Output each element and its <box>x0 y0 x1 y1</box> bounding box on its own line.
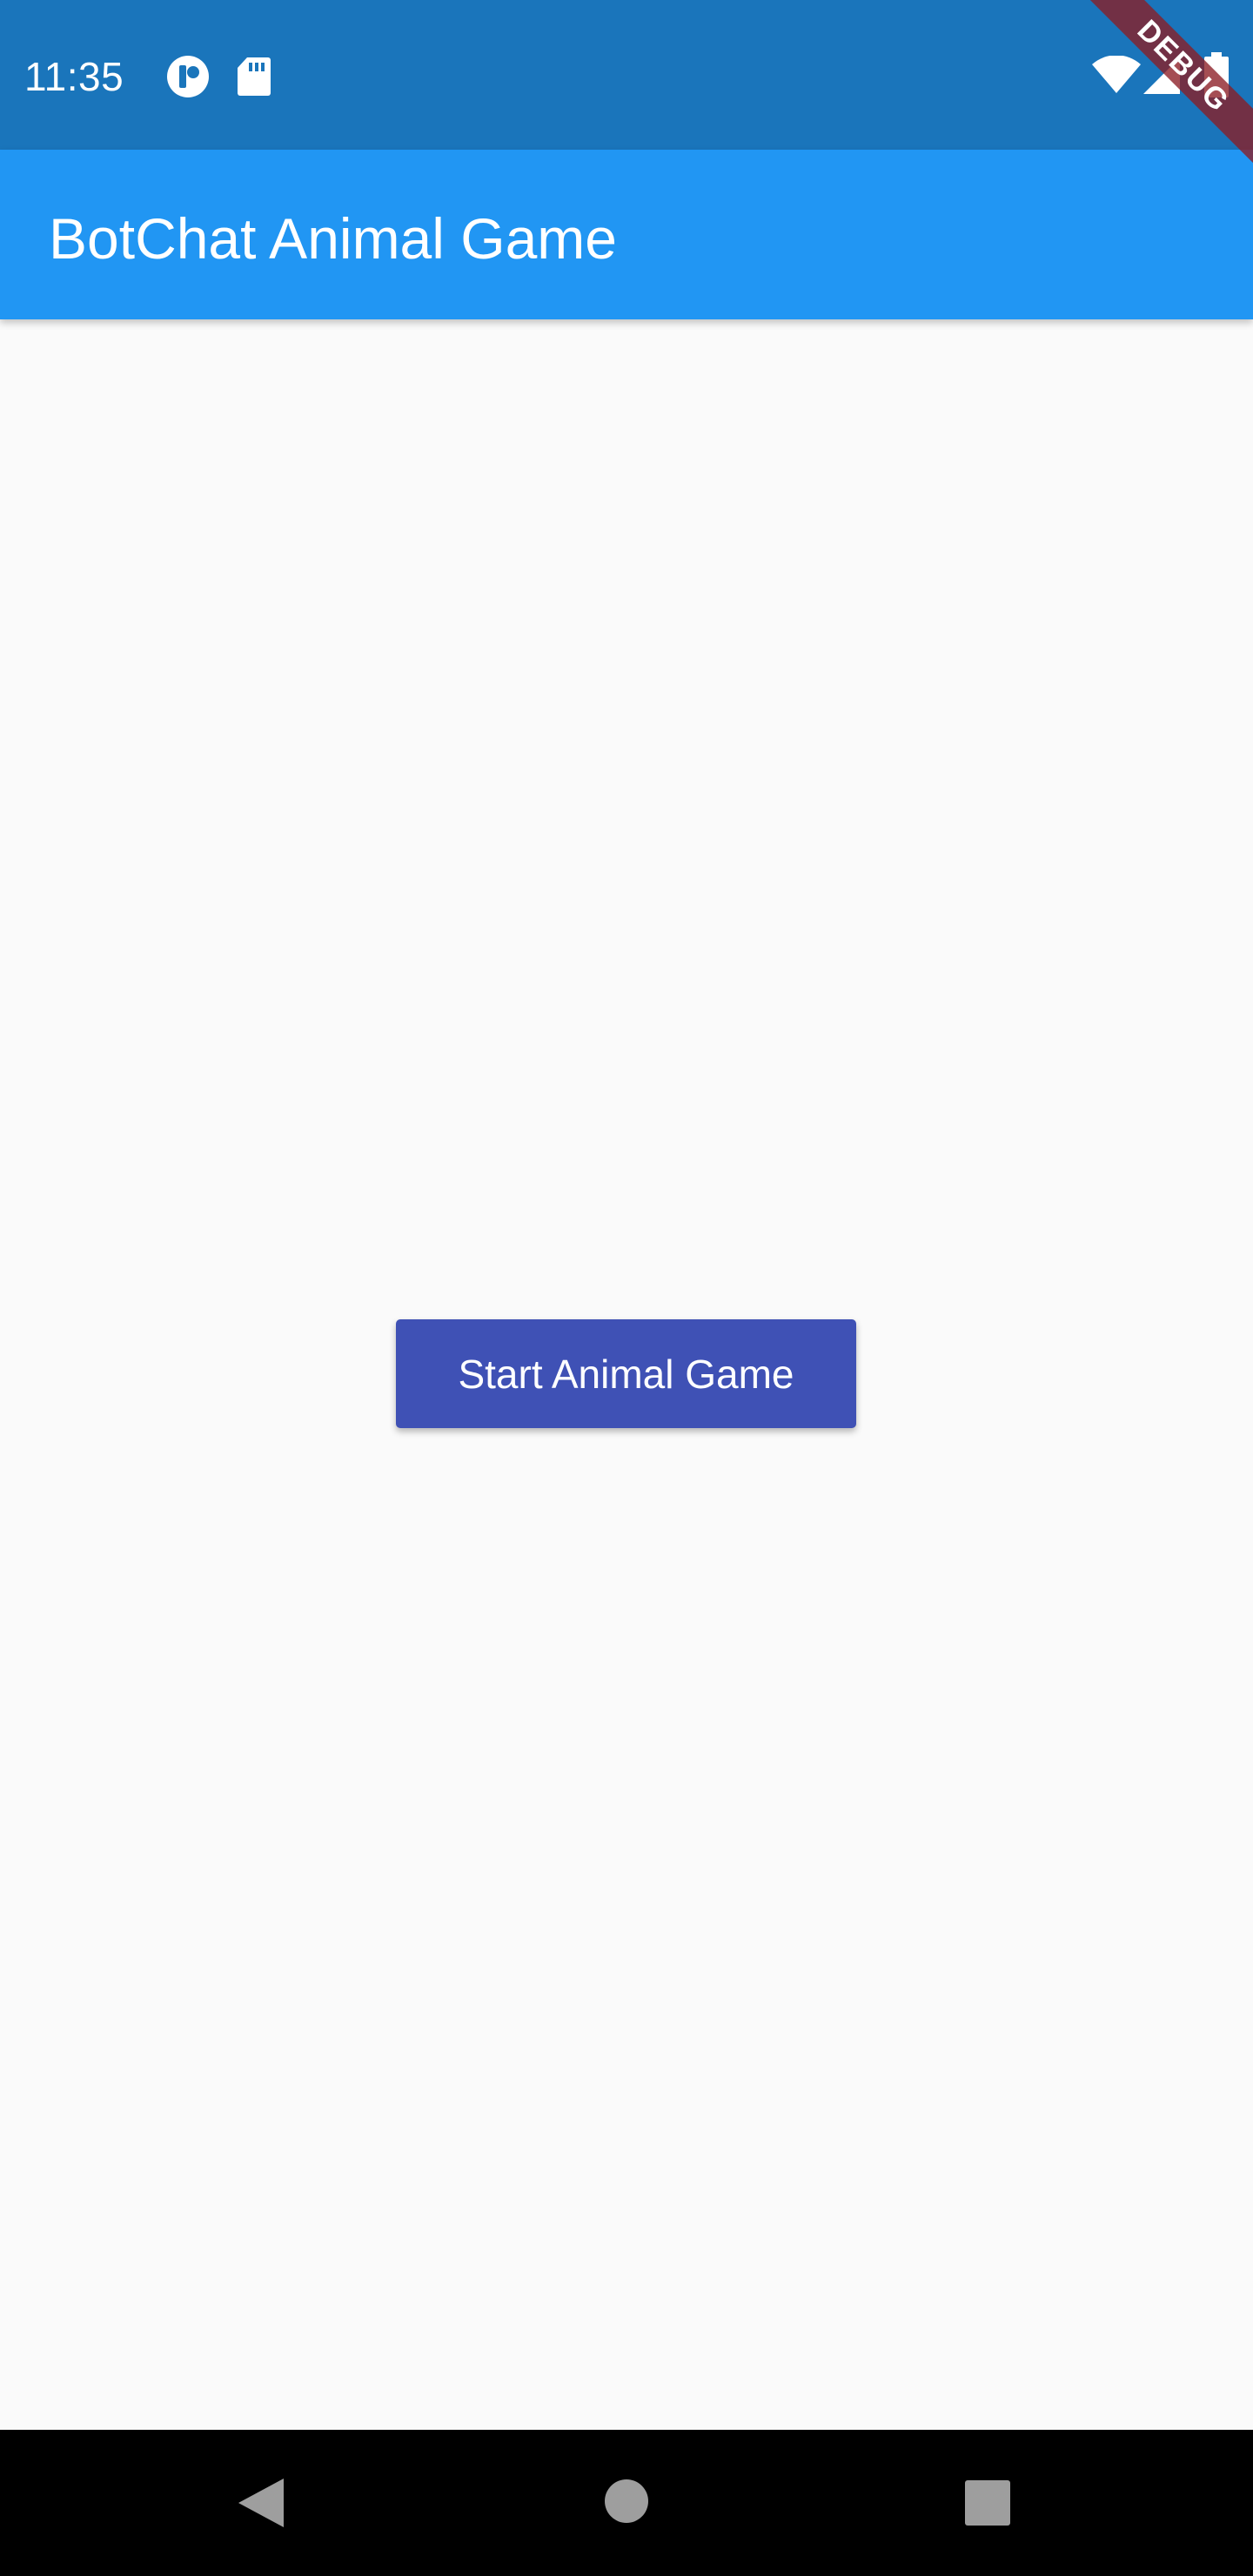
start-animal-game-button[interactable]: Start Animal Game <box>396 1319 856 1428</box>
battery-icon <box>1204 52 1229 97</box>
app-title: BotChat Animal Game <box>49 206 617 271</box>
back-icon[interactable] <box>235 2475 287 2531</box>
status-bar: 11:35 <box>0 0 1253 150</box>
notification-app-icon <box>167 56 209 97</box>
app-bar: BotChat Animal Game <box>0 150 1253 319</box>
sd-card-icon <box>238 57 271 96</box>
cell-signal-icon <box>1143 57 1180 94</box>
recents-icon[interactable] <box>965 2480 1010 2526</box>
status-time: 11:35 <box>24 54 124 99</box>
navigation-bar <box>0 2430 1253 2576</box>
app-screen: 11:35 DEBUG BotChat Animal Game Start An… <box>0 0 1253 2576</box>
wifi-icon <box>1092 56 1141 93</box>
main-content: Start Animal Game <box>0 319 1253 2430</box>
home-icon[interactable] <box>604 2479 649 2524</box>
